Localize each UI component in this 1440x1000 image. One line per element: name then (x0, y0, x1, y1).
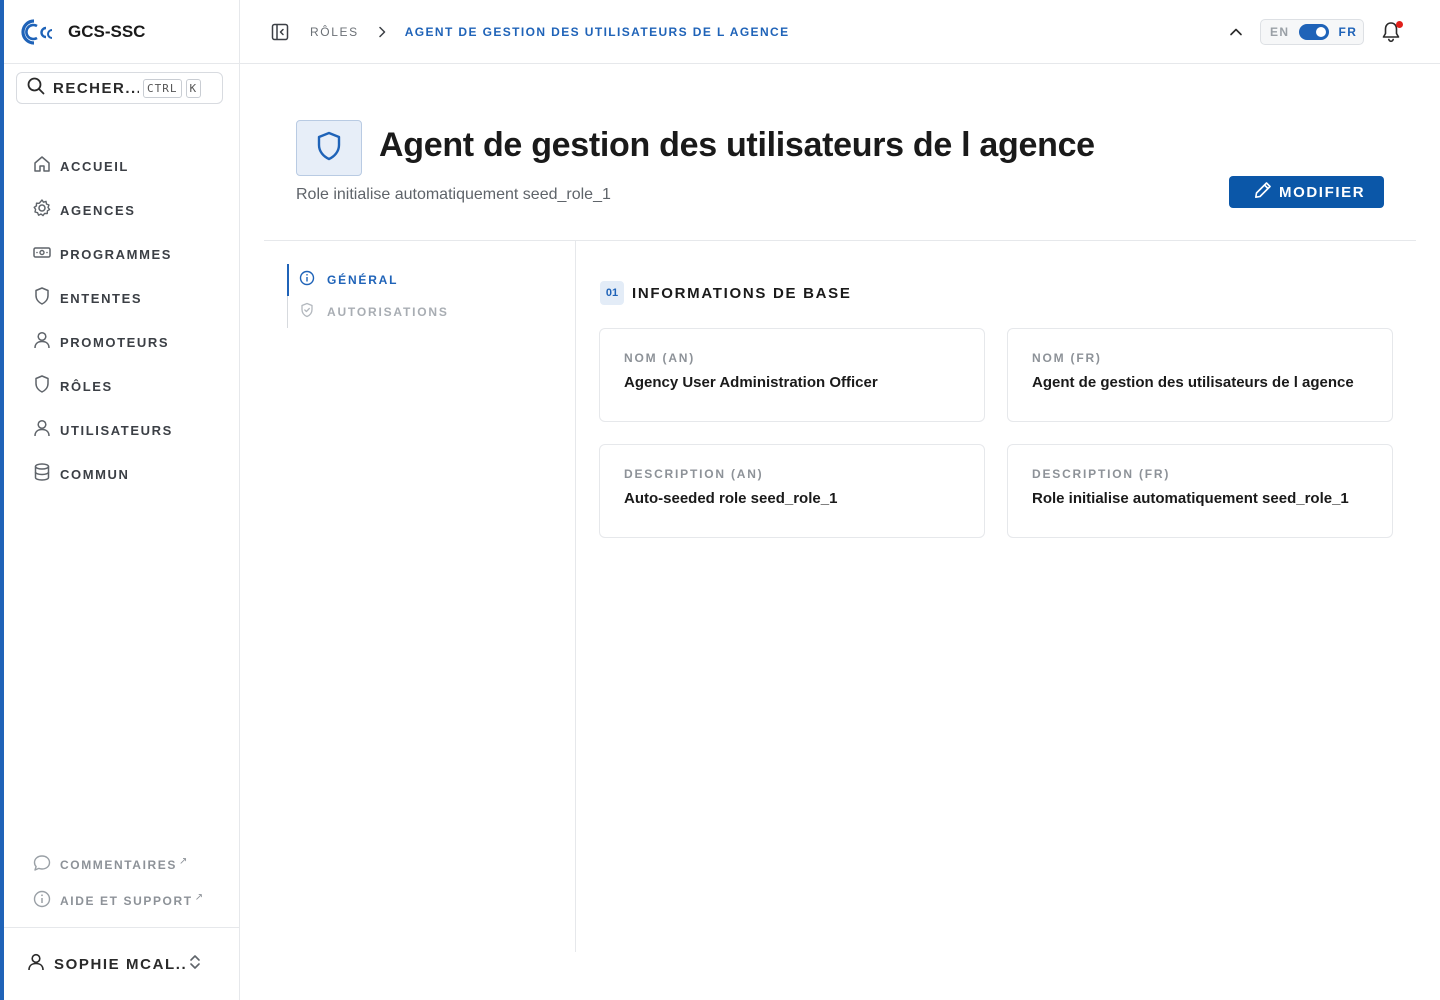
sidebar-item-promoteurs[interactable]: PROMOTEURS (4, 320, 240, 364)
edit-button[interactable]: MODIFIER (1229, 176, 1384, 208)
sidebar-item-programmes[interactable]: PROGRAMMES (4, 232, 240, 276)
notification-dot (1396, 21, 1403, 28)
search-label: RECHER... (53, 79, 139, 97)
sidebar-toggle-icon[interactable] (270, 22, 290, 42)
sidebar-item-label: RÔLES (60, 378, 113, 394)
feedback-label: COMMENTAIRES (60, 858, 177, 872)
info-icon (32, 889, 52, 914)
sidebar-item-accueil[interactable]: ACCUEIL (4, 144, 240, 188)
tab-general-label: GÉNÉRAL (327, 273, 399, 287)
breadcrumb-current: AGENT DE GESTION DES UTILISATEURS DE L A… (404, 24, 790, 39)
chevron-up-icon[interactable] (1228, 24, 1244, 45)
content-divider (575, 241, 576, 952)
lang-en-label: EN (1270, 25, 1290, 39)
shield-icon (32, 286, 52, 311)
gear-icon (32, 198, 52, 223)
help-support-label: AIDE ET SUPPORT (60, 894, 193, 908)
sidebar-item-label: UTILISATEURS (60, 422, 173, 438)
shortcut-key-k: K (185, 78, 202, 98)
brand[interactable]: GCS-SSC (4, 0, 239, 64)
tab-autorisations-label: AUTORISATIONS (327, 305, 449, 319)
sidebar-item-commun[interactable]: COMMUN (4, 452, 240, 496)
field-card-description-en: DESCRIPTION (AN) Auto-seeded role seed_r… (599, 444, 985, 538)
message-icon (32, 853, 52, 878)
field-card-description-fr: DESCRIPTION (FR) Role initialise automat… (1007, 444, 1393, 538)
header-divider (264, 240, 1416, 241)
info-icon (299, 270, 315, 291)
bell-icon[interactable] (1380, 20, 1403, 49)
field-value: Role initialise automatiquement seed_rol… (1032, 490, 1349, 507)
user-menu[interactable]: SOPHIE MCAL... (4, 927, 240, 1000)
feedback-link[interactable]: COMMENTAIRES ↗ (4, 847, 240, 883)
sidebar-item-label: ACCUEIL (60, 158, 129, 174)
banknote-icon (32, 242, 52, 267)
sidebar-item-agences[interactable]: AGENCES (4, 188, 240, 232)
chevron-right-icon (375, 25, 389, 39)
tab-autorisations[interactable]: AUTORISATIONS (287, 296, 449, 328)
sidebar-item-label: ENTENTES (60, 290, 143, 306)
section-nav: GÉNÉRAL AUTORISATIONS (287, 264, 449, 328)
brand-name: GCS-SSC (68, 21, 146, 41)
sidebar: GCS-SSC RECHER... CTRL K ACCUEIL AGENCES… (4, 0, 240, 1000)
sidebar-footer-links: COMMENTAIRES ↗ AIDE ET SUPPORT ↗ (4, 847, 240, 919)
shield-icon (314, 130, 344, 167)
language-toggle[interactable]: EN FR (1260, 19, 1364, 45)
field-card-name-fr: NOM (FR) Agent de gestion des utilisateu… (1007, 328, 1393, 422)
language-switch[interactable] (1299, 24, 1330, 40)
home-icon (32, 154, 52, 179)
section-number-badge: 01 (600, 281, 624, 305)
chevrons-up-down-icon (186, 952, 204, 977)
field-label: DESCRIPTION (AN) (624, 467, 764, 481)
gcs-ssc-logo-icon (16, 16, 56, 48)
external-link-icon: ↗ (178, 855, 188, 867)
sidebar-item-label: PROMOTEURS (60, 334, 170, 350)
search-button[interactable]: RECHER... CTRL K (16, 72, 223, 104)
page-subtitle: Role initialise automatiquement seed_rol… (296, 186, 611, 203)
field-label: DESCRIPTION (FR) (1032, 467, 1171, 481)
sidebar-item-label: AGENCES (60, 202, 136, 218)
role-icon-box (296, 120, 362, 176)
field-value: Agency User Administration Officer (624, 374, 878, 391)
database-icon (32, 462, 52, 487)
search-icon (27, 77, 45, 100)
external-link-icon: ↗ (194, 891, 204, 903)
shield-check-icon (299, 302, 315, 323)
edit-button-label: MODIFIER (1279, 183, 1366, 201)
user-name: SOPHIE MCAL... (54, 955, 186, 973)
section-header: 01 INFORMATIONS DE BASE (600, 281, 852, 305)
user-icon (32, 330, 52, 355)
help-support-link[interactable]: AIDE ET SUPPORT ↗ (4, 883, 240, 919)
pencil-icon (1253, 180, 1273, 205)
field-label: NOM (AN) (624, 351, 696, 365)
sidebar-item-utilisateurs[interactable]: UTILISATEURS (4, 408, 240, 452)
sidebar-item-ententes[interactable]: ENTENTES (4, 276, 240, 320)
section-title: INFORMATIONS DE BASE (632, 284, 852, 302)
field-label: NOM (FR) (1032, 351, 1102, 365)
page-title: Agent de gestion des utilisateurs de l a… (379, 126, 1095, 164)
lang-fr-label: FR (1338, 25, 1358, 39)
breadcrumb-roles[interactable]: RÔLES (310, 25, 359, 39)
field-value: Auto-seeded role seed_role_1 (624, 490, 838, 507)
topbar: RÔLES AGENT DE GESTION DES UTILISATEURS … (240, 0, 1440, 64)
field-value: Agent de gestion des utilisateurs de l a… (1032, 374, 1354, 391)
sidebar-item-label: COMMUN (60, 466, 130, 482)
shield-icon (32, 374, 52, 399)
sidebar-item-roles[interactable]: RÔLES (4, 364, 240, 408)
language-switch-knob (1316, 27, 1327, 37)
sidebar-item-label: PROGRAMMES (60, 246, 173, 262)
tab-general[interactable]: GÉNÉRAL (287, 264, 449, 296)
sidebar-nav: ACCUEIL AGENCES PROGRAMMES ENTENTES PROM… (4, 144, 240, 496)
user-icon (32, 418, 52, 443)
user-icon (26, 952, 46, 977)
field-card-name-en: NOM (AN) Agency User Administration Offi… (599, 328, 985, 422)
shortcut-key-ctrl: CTRL (143, 78, 182, 98)
